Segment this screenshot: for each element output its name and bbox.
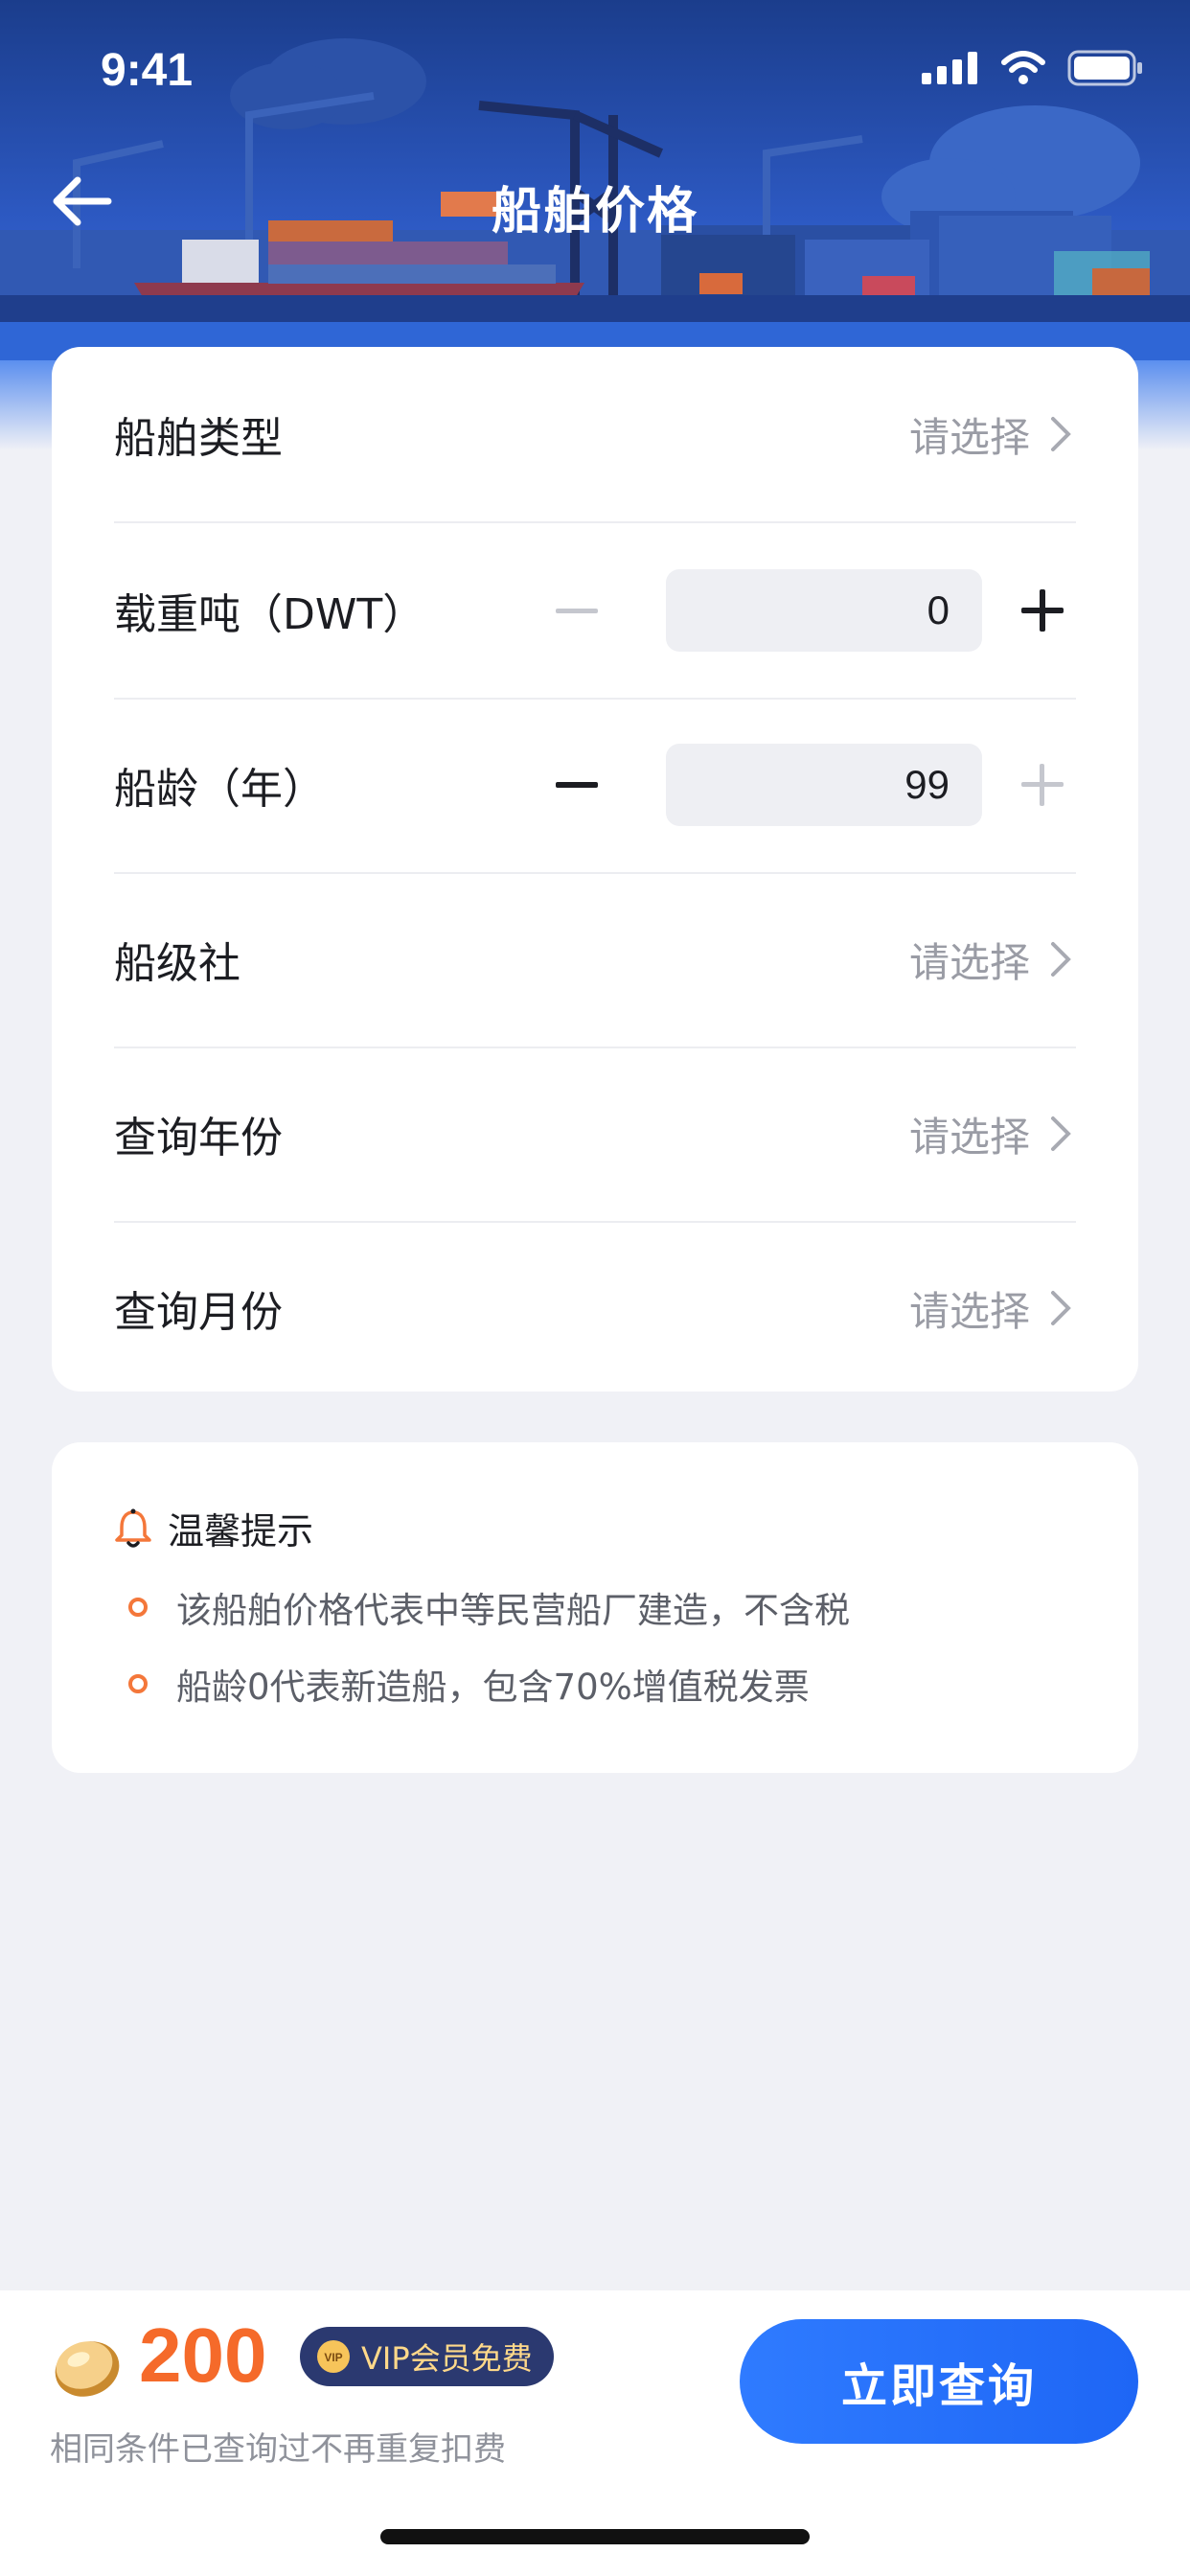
row-age: 船龄（年） 99 <box>114 698 1076 872</box>
class-society-label: 船级社 <box>114 939 240 988</box>
vip-label: VIP会员免费 <box>361 2340 533 2377</box>
tips-title: 温馨提示 <box>168 1510 314 1552</box>
vip-icon: VIP <box>317 2340 350 2373</box>
home-indicator <box>380 2529 810 2544</box>
wifi-icon <box>1001 51 1045 84</box>
tip-text: 船龄0代表新造船，包含70%增值税发票 <box>176 1667 810 1708</box>
class-society-value: 请选择 <box>908 938 1030 986</box>
minus-icon <box>556 609 598 613</box>
tip-bullet-icon <box>128 1598 148 1617</box>
bell-icon <box>115 1508 151 1548</box>
status-bar: 9:41 <box>0 0 1190 144</box>
repeat-charge-note: 相同条件已查询过不再重复扣费 <box>50 2430 506 2469</box>
chevron-right-icon <box>1051 942 1071 977</box>
query-month-select[interactable]: 请选择 <box>909 1279 1076 1338</box>
form-card: 船舶类型 请选择 载重吨（DWT） 0 船龄（年） 99 船级社 请选择 查询年… <box>52 347 1138 1392</box>
dwt-label: 载重吨（DWT） <box>114 590 425 639</box>
row-ship-type[interactable]: 船舶类型 请选择 <box>114 347 1076 521</box>
age-label: 船龄（年） <box>114 765 325 814</box>
tip-item: 船龄0代表新造船，包含70%增值税发票 <box>128 1658 810 1710</box>
nav-bar: 船舶价格 <box>0 153 1190 249</box>
coin-icon <box>55 2341 120 2397</box>
query-year-value: 请选择 <box>908 1113 1030 1161</box>
dwt-stepper: 0 <box>543 569 1076 652</box>
signal-icon <box>922 52 977 84</box>
status-icons <box>922 50 1144 86</box>
chevron-right-icon <box>1051 1116 1071 1151</box>
query-year-label: 查询年份 <box>114 1114 283 1162</box>
row-class-society[interactable]: 船级社 请选择 <box>114 872 1076 1046</box>
dwt-increment-button[interactable] <box>1009 577 1076 644</box>
age-stepper: 99 <box>543 744 1076 826</box>
plus-icon <box>1021 589 1064 632</box>
query-month-label: 查询月份 <box>114 1288 283 1337</box>
vip-badge: VIP VIP会员免费 <box>300 2327 554 2386</box>
dwt-input[interactable]: 0 <box>666 569 982 652</box>
age-increment-button[interactable] <box>1009 751 1076 818</box>
age-input[interactable]: 99 <box>666 744 982 826</box>
chevron-right-icon <box>1051 1291 1071 1325</box>
status-time: 9:41 <box>101 45 194 96</box>
query-year-select[interactable]: 请选择 <box>909 1105 1076 1163</box>
ship-type-select[interactable]: 请选择 <box>909 405 1076 464</box>
tip-bullet-icon <box>128 1674 148 1693</box>
ship-type-label: 船舶类型 <box>114 414 283 463</box>
row-query-year[interactable]: 查询年份 请选择 <box>114 1046 1076 1221</box>
dwt-decrement-button[interactable] <box>543 577 610 644</box>
minus-icon <box>556 782 598 788</box>
page-title: 船舶价格 <box>491 183 698 241</box>
chevron-right-icon <box>1051 417 1071 451</box>
points-value: 200 <box>139 2312 267 2398</box>
battery-icon <box>1067 50 1142 86</box>
tip-text: 该船舶价格代表中等民营船厂建造，不含税 <box>176 1590 850 1631</box>
query-button[interactable]: 立即查询 <box>740 2319 1138 2444</box>
tips-header: 温馨提示 <box>114 1502 313 1554</box>
tip-item: 该船舶价格代表中等民营船厂建造，不含税 <box>128 1581 850 1633</box>
row-query-month[interactable]: 查询月份 请选择 <box>114 1221 1076 1395</box>
plus-icon <box>1021 764 1064 806</box>
tips-card: 温馨提示 该船舶价格代表中等民营船厂建造，不含税 船龄0代表新造船，包含70%增… <box>52 1442 1138 1773</box>
query-month-value: 请选择 <box>908 1287 1030 1335</box>
ship-type-value: 请选择 <box>908 413 1030 461</box>
age-decrement-button[interactable] <box>543 751 610 818</box>
row-dwt: 载重吨（DWT） 0 <box>114 523 1076 698</box>
class-society-select[interactable]: 请选择 <box>909 931 1076 989</box>
svg-text:VIP: VIP <box>324 2351 342 2364</box>
